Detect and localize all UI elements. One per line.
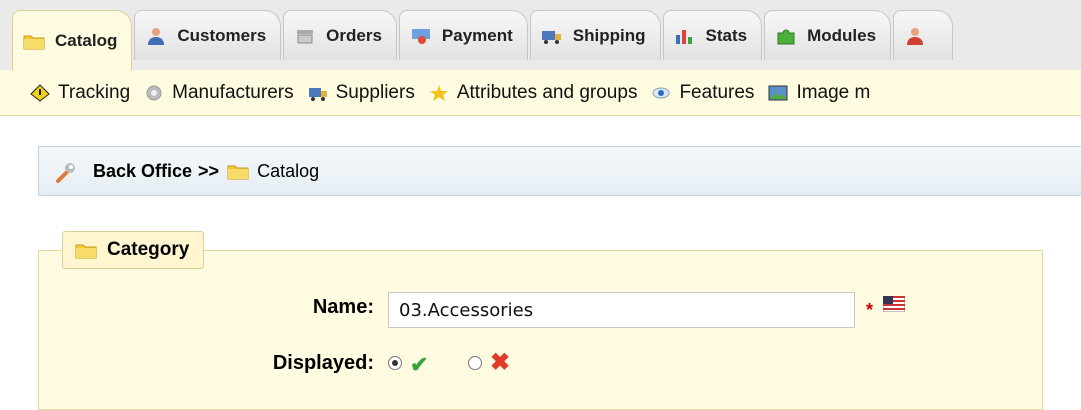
tab-catalog[interactable]: Catalog (12, 10, 133, 70)
warning-icon (30, 83, 50, 102)
tab-label: Payment (441, 25, 513, 45)
subnav-label: Image m (796, 81, 871, 103)
tab-customers[interactable]: Customers (134, 10, 282, 60)
truck-icon (308, 84, 328, 102)
tab-shipping[interactable]: Shipping (529, 10, 661, 60)
folder-icon (227, 162, 249, 180)
displayed-label: Displayed: (272, 352, 374, 374)
folder-icon (23, 32, 45, 50)
breadcrumb-current: Catalog (257, 160, 320, 181)
displayed-yes-radio[interactable] (388, 356, 402, 370)
tab-employees[interactable] (893, 10, 954, 60)
eye-icon (651, 84, 671, 102)
name-label: Name: (312, 296, 374, 318)
employee-icon (904, 27, 926, 45)
tab-label: Catalog (55, 30, 118, 50)
star-icon (429, 84, 449, 102)
truck-icon (541, 27, 563, 45)
tab-payment[interactable]: Payment (398, 10, 528, 60)
catalog-subnav: Tracking Manufacturers Suppliers Attribu… (0, 70, 1081, 116)
tab-label: Stats (705, 25, 748, 45)
tab-stats[interactable]: Stats (662, 10, 763, 60)
category-fieldset (38, 250, 1043, 410)
tab-orders[interactable]: Orders (283, 10, 397, 60)
orders-icon (294, 27, 316, 45)
subnav-label: Manufacturers (172, 81, 294, 103)
required-mark: * (866, 300, 874, 320)
displayed-no-radio[interactable] (468, 356, 482, 370)
subnav-label: Attributes and groups (456, 81, 638, 103)
subnav-label: Tracking (58, 81, 131, 103)
tab-label: Modules (807, 25, 877, 45)
subnav-item-image[interactable]: Image m (768, 82, 870, 104)
subnav-item-features[interactable]: Features (651, 82, 754, 104)
tab-label: Shipping (572, 25, 646, 45)
breadcrumb-root-link[interactable]: Back Office (93, 161, 192, 182)
subnav-item-attributes[interactable]: Attributes and groups (429, 81, 638, 104)
subnav-label: Features (679, 81, 755, 103)
language-flag-icon[interactable] (882, 295, 906, 313)
payment-icon (410, 27, 432, 45)
bar-chart-icon (674, 27, 696, 45)
legend-text: Category (107, 239, 190, 260)
image-icon (768, 84, 788, 102)
check-icon: ✔ (410, 352, 429, 377)
main-tab-bar: Catalog Customers Orders Payment Shippin… (0, 0, 1081, 71)
breadcrumb-separator: >> (198, 160, 220, 181)
subnav-item-tracking[interactable]: Tracking (30, 82, 130, 104)
cross-icon: ✖ (490, 349, 511, 376)
puzzle-icon (775, 27, 797, 45)
subnav-item-manufacturers[interactable]: Manufacturers (144, 81, 294, 104)
subnav-item-suppliers[interactable]: Suppliers (308, 82, 415, 104)
category-name-input[interactable] (388, 292, 855, 328)
folder-icon (75, 241, 97, 259)
gear-icon (144, 84, 164, 102)
subnav-label: Suppliers (335, 81, 415, 103)
breadcrumb: Back Office >> Catalog (38, 146, 1081, 196)
tab-modules[interactable]: Modules (764, 10, 892, 60)
tab-label: Orders (326, 25, 382, 45)
tab-label: Customers (177, 25, 267, 45)
wrench-icon (55, 162, 77, 183)
fieldset-legend: Category (62, 231, 205, 269)
customer-icon (145, 27, 167, 45)
